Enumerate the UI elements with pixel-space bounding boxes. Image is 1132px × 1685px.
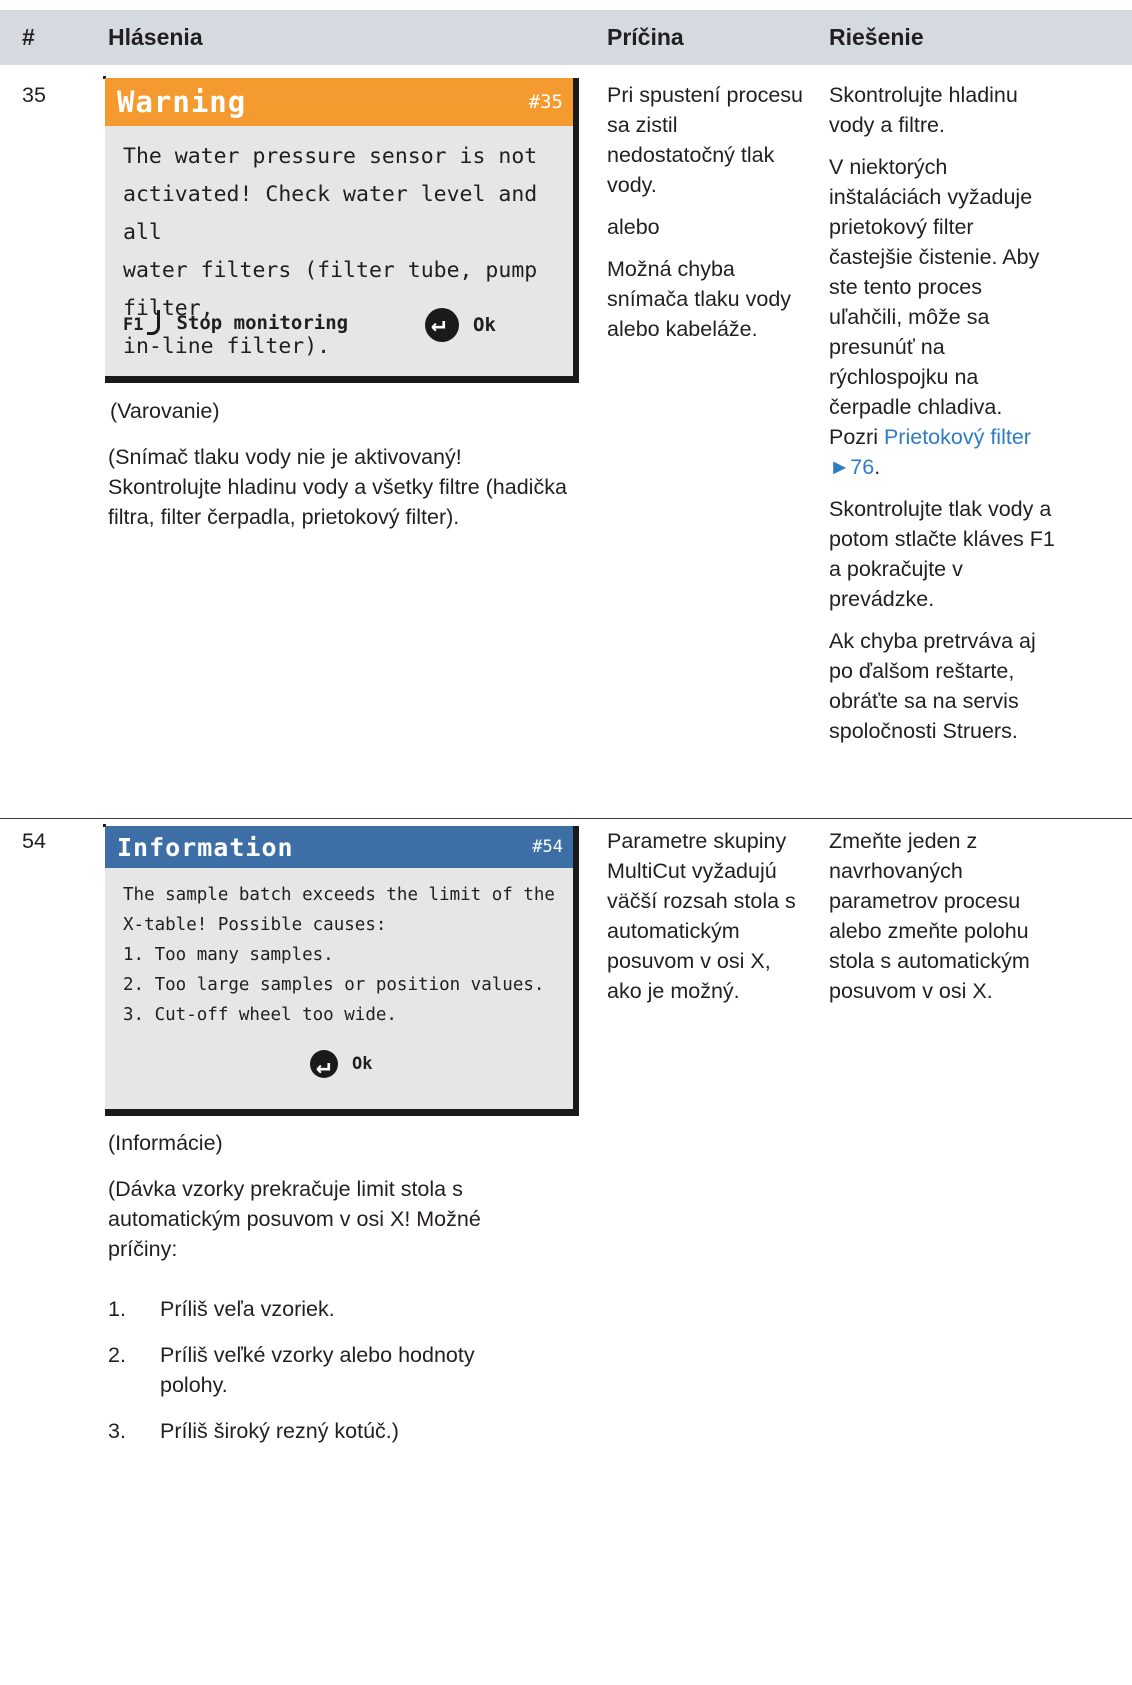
screen-line: activated! Check water level and all <box>123 182 538 245</box>
solution-text: Skontrolujte tlak vody a potom stlačte k… <box>829 497 1055 611</box>
screen-line: The water pressure sensor is not <box>123 144 538 169</box>
table-header: # Hlásenia Príčina Riešenie <box>0 10 1132 65</box>
header-solution: Riešenie <box>829 24 924 50</box>
ok-button[interactable]: Ok <box>425 308 496 342</box>
information-screen: Information #54 The sample batch exceeds… <box>103 824 579 1116</box>
list-number: 2. <box>108 1343 126 1367</box>
warning-screen: Warning #35 The water pressure sensor is… <box>103 76 579 383</box>
translation-title: (Informácie) <box>108 1131 223 1155</box>
solution-text: Ak chyba pretrváva aj po ďalšom reštarte… <box>829 629 1036 743</box>
cause-text: Možná chyba snímača tlaku vody alebo kab… <box>607 257 792 341</box>
translation-title: (Varovanie) <box>110 399 220 423</box>
row-divider <box>0 818 1132 819</box>
information-title-bar: Information #54 <box>105 826 573 868</box>
cause-text: Pri spustení procesu sa zistil nedostato… <box>607 83 803 197</box>
warning-title-bar: Warning #35 <box>105 78 573 126</box>
screen-title: Information <box>117 832 294 862</box>
row-number: 35 <box>22 83 46 107</box>
cause-text: Parametre skupiny MultiCut vyžadujú väčš… <box>607 829 796 1003</box>
screen-actions: F1 Stop monitoring <box>123 310 348 335</box>
cause-or: alebo <box>607 215 660 239</box>
translation-body: (Dávka vzorky prekračuje limit stola s a… <box>108 1177 481 1261</box>
ok-button[interactable]: Ok <box>310 1050 373 1079</box>
f1-key[interactable]: F1 <box>123 310 161 335</box>
screen-message: The sample batch exceeds the limit of th… <box>123 880 563 1030</box>
cause-column: Pri spustení procesu sa zistil nedostato… <box>607 80 807 356</box>
screen-code: #35 <box>528 91 563 113</box>
screen-line: The sample batch exceeds the limit of th… <box>123 885 555 905</box>
screen-line: 1. Too many samples. <box>123 945 334 965</box>
ok-label: Ok <box>352 1054 373 1074</box>
solution-column: Skontrolujte hladinu vody a filtre. V ni… <box>829 80 1057 758</box>
row-number: 54 <box>22 829 46 853</box>
list-item: Príliš veľa vzoriek. <box>160 1297 335 1321</box>
f1-key-label: F1 <box>123 315 144 335</box>
screen-line: X-table! Possible causes: <box>123 915 387 935</box>
header-messages: Hlásenia <box>108 24 203 50</box>
translation-body: (Snímač tlaku vody nie je aktivovaný! Sk… <box>108 445 567 529</box>
list-item: Príliš veľké vzorky alebo hodnoty polohy… <box>160 1343 475 1397</box>
screen-line: 3. Cut-off wheel too wide. <box>123 1005 397 1025</box>
screen-line: 2. Too large samples or position values. <box>123 975 545 995</box>
list-number: 1. <box>108 1297 126 1321</box>
list-item: Príliš široký rezný kotúč.) <box>160 1419 399 1443</box>
enter-icon <box>310 1050 338 1079</box>
header-number: # <box>22 24 35 50</box>
solution-text: Zmeňte jeden z navrhovaných parametrov p… <box>829 829 1030 1003</box>
f1-hook-icon <box>147 310 161 335</box>
list-number: 3. <box>108 1419 126 1443</box>
header-cause: Príčina <box>607 24 684 50</box>
ok-label: Ok <box>473 314 496 336</box>
solution-text: Skontrolujte hladinu vody a filtre. <box>829 83 1018 137</box>
stop-monitoring-label: Stop monitoring <box>176 311 349 334</box>
screen-title: Warning <box>117 85 247 119</box>
enter-icon <box>425 308 459 342</box>
screen-code: #54 <box>532 837 563 857</box>
solution-text: V niektorých inštaláciách vyžaduje priet… <box>829 155 1040 479</box>
